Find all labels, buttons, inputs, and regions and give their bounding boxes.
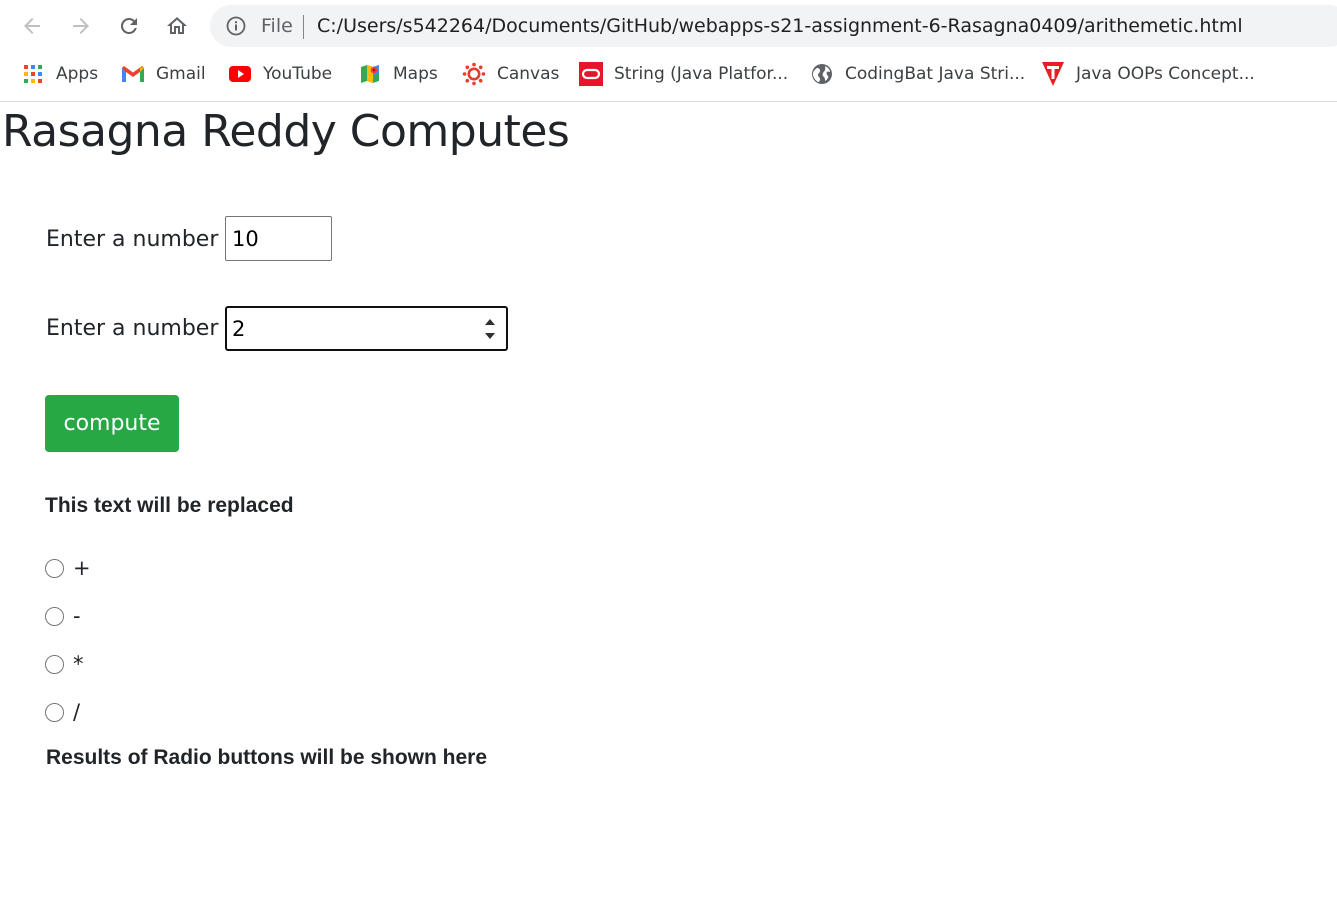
reload-button[interactable] — [113, 10, 145, 42]
youtube-icon — [228, 62, 252, 86]
bookmark-javatpoint[interactable]: Java OOPs Concept... — [1041, 62, 1255, 86]
maps-icon — [358, 62, 382, 86]
second-number-input[interactable] — [225, 306, 508, 351]
radio-label: + — [73, 556, 91, 580]
forward-button[interactable] — [65, 10, 97, 42]
bookmark-label: Canvas — [497, 64, 560, 84]
bookmark-label: Java OOPs Concept... — [1076, 64, 1255, 84]
bookmark-label: String (Java Platfor... — [614, 64, 789, 84]
radio-button[interactable] — [45, 654, 64, 674]
forward-arrow-icon — [73, 18, 89, 34]
first-number-input[interactable] — [225, 216, 332, 261]
replace-text-output: This text will be replaced — [45, 494, 294, 517]
oracle-icon — [579, 62, 603, 86]
bookmark-codingbat[interactable]: CodingBat Java Stri... — [810, 62, 1025, 86]
page-title: Rasagna Reddy Computes — [2, 106, 570, 157]
second-number-label: Enter a number — [46, 316, 219, 341]
bookmark-label: Maps — [393, 64, 438, 84]
javatpoint-icon — [1041, 62, 1065, 86]
bookmark-apps[interactable]: Apps — [21, 62, 98, 86]
radio-results-output: Results of Radio buttons will be shown h… — [46, 746, 488, 769]
home-icon — [167, 17, 187, 34]
radio-button[interactable] — [45, 702, 64, 722]
globe-icon — [810, 62, 834, 86]
bookmark-canvas[interactable]: Canvas — [462, 62, 559, 86]
back-arrow-icon — [24, 18, 40, 34]
first-number-label: Enter a number — [46, 227, 219, 252]
bookmark-label: Apps — [56, 64, 99, 84]
info-icon — [226, 16, 246, 36]
bookmark-youtube[interactable]: YouTube — [228, 62, 332, 86]
reload-icon — [120, 17, 137, 34]
gmail-icon — [121, 62, 145, 86]
bookmark-label: YouTube — [263, 64, 333, 84]
radio-option-subtract[interactable]: - — [45, 604, 81, 628]
bookmarks-bar: Apps Gmail YouTube Maps Canvas String (J… — [0, 52, 1337, 102]
page-content: Rasagna Reddy Computes Enter a number En… — [0, 102, 1337, 899]
back-button[interactable] — [16, 10, 48, 42]
radio-label: / — [73, 700, 81, 724]
bookmark-java-string[interactable]: String (Java Platfor... — [579, 62, 788, 86]
radio-option-divide[interactable]: / — [45, 700, 81, 724]
url-text[interactable]: C:/Users/s542264/Documents/GitHub/webapp… — [317, 15, 1243, 37]
scheme-label: File — [261, 15, 293, 37]
radio-label: * — [73, 652, 84, 676]
radio-option-add[interactable]: + — [45, 556, 91, 580]
number-spinner-icon[interactable] — [480, 312, 500, 346]
bookmark-label: CodingBat Java Stri... — [845, 64, 1026, 84]
radio-option-multiply[interactable]: * — [45, 652, 84, 676]
home-button[interactable] — [161, 10, 193, 42]
bookmark-gmail[interactable]: Gmail — [121, 62, 206, 86]
bookmark-maps[interactable]: Maps — [358, 62, 438, 86]
radio-label: - — [73, 604, 81, 628]
omnibox-divider — [303, 15, 304, 39]
bookmark-label: Gmail — [156, 64, 206, 84]
apps-grid-icon — [21, 62, 45, 86]
canvas-icon — [462, 62, 486, 86]
compute-button[interactable]: compute — [45, 395, 179, 452]
radio-button[interactable] — [45, 558, 64, 578]
browser-toolbar: File C:/Users/s542264/Documents/GitHub/w… — [0, 0, 1337, 52]
address-bar[interactable]: File C:/Users/s542264/Documents/GitHub/w… — [210, 5, 1337, 47]
radio-button[interactable] — [45, 606, 64, 626]
